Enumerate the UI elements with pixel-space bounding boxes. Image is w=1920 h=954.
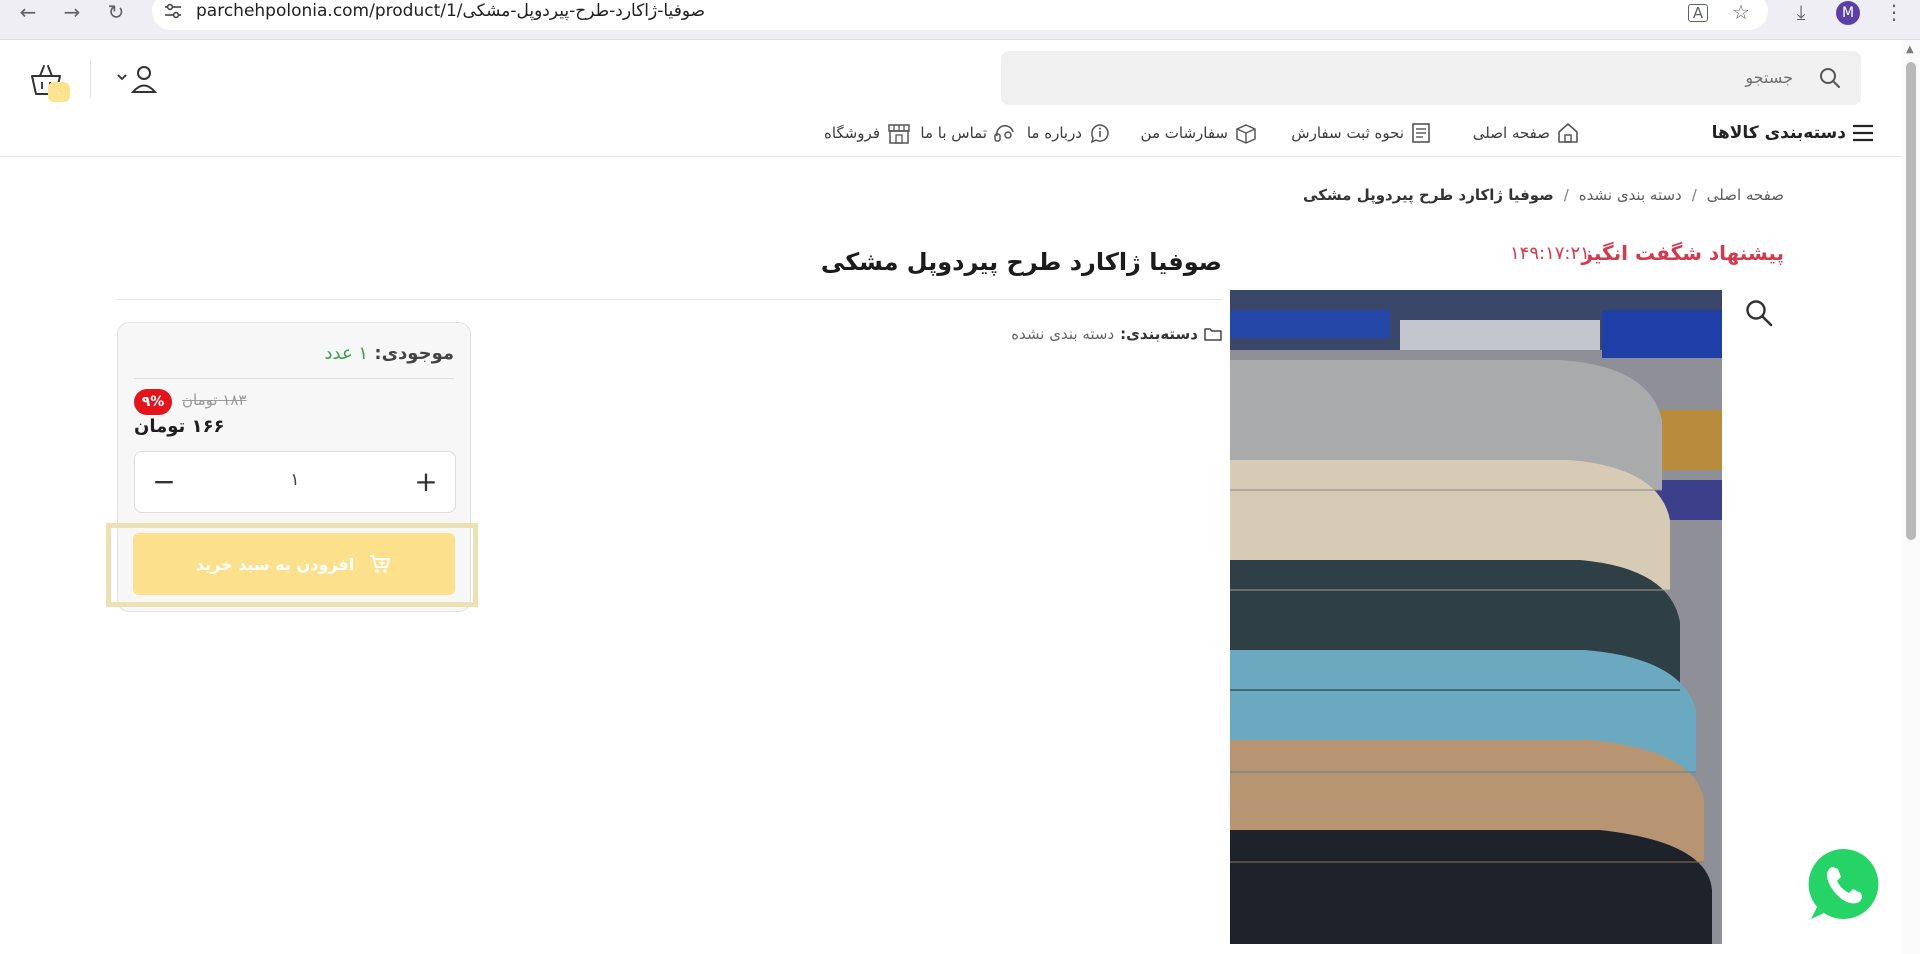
- quantity-stepper: + ۱ −: [134, 451, 456, 513]
- site-info-icon[interactable]: [163, 3, 183, 19]
- nav-item-label: نحوه ثبت سفارش: [1291, 124, 1404, 142]
- category-label: دسته‌بندی:: [1120, 325, 1198, 343]
- scrollbar-thumb[interactable]: [1906, 62, 1916, 540]
- nav-item-my-orders[interactable]: سفارشات من: [1141, 118, 1258, 148]
- nav-item-label: درباره ما: [1026, 124, 1082, 142]
- header-divider-line: [0, 156, 1902, 157]
- quantity-value[interactable]: ۱: [275, 470, 315, 490]
- breadcrumb-separator: /: [1563, 186, 1569, 204]
- breadcrumb: صفحه اصلی / دسته بندی نشده / صوفیا ژاکارد طر…: [1303, 186, 1784, 204]
- forward-icon[interactable]: →: [60, 2, 84, 26]
- product-category: دسته‌بندی: دسته بندی نشده: [1011, 325, 1222, 343]
- add-to-cart-button[interactable]: افزودن به سبد خرید: [133, 533, 455, 595]
- breadcrumb-category[interactable]: دسته بندی نشده: [1579, 186, 1682, 204]
- nav-item-contact[interactable]: تماس با ما: [920, 118, 1017, 148]
- profile-avatar[interactable]: M: [1836, 1, 1860, 25]
- menu-icon[interactable]: ⋮: [1884, 0, 1904, 24]
- cart-count-badge: ۰: [48, 82, 70, 102]
- nav-item-shop[interactable]: فروشگاه: [824, 118, 912, 148]
- stock-value: ۱ عدد: [324, 343, 369, 364]
- reload-icon[interactable]: ↻: [104, 2, 128, 26]
- stock-info: موجودی: ۱ عدد: [324, 343, 454, 364]
- breadcrumb-current: صوفیا ژاکارد طرح پیردوپل مشکی: [1303, 186, 1554, 204]
- add-to-cart-label: افزودن به سبد خرید: [195, 554, 355, 574]
- nav-item-label: تماس با ما: [920, 124, 987, 142]
- breadcrumb-separator: /: [1691, 186, 1697, 204]
- chevron-down-icon: [117, 74, 127, 81]
- translate-icon[interactable]: A: [1688, 4, 1708, 22]
- hamburger-icon: [1853, 124, 1873, 142]
- nav-item-about[interactable]: درباره ما: [1027, 118, 1112, 148]
- url-text[interactable]: parchehpolonia.com/product/1/صوفیا-ژاکار…: [196, 1, 705, 21]
- nav-categories-label: دسته‌بندی کالاها: [1711, 123, 1846, 143]
- nav-item-order-guide[interactable]: نحوه ثبت سفارش: [1291, 118, 1432, 148]
- search-placeholder: جستجو: [1745, 68, 1793, 87]
- folder-icon: [1204, 328, 1222, 341]
- nav-item-label: سفارشات من: [1140, 124, 1228, 142]
- title-divider: [117, 299, 1222, 300]
- headset-icon: [994, 124, 1014, 142]
- stock-label: موجودی:: [374, 343, 454, 364]
- buybox-divider: [134, 378, 454, 379]
- zoom-icon[interactable]: [1744, 298, 1774, 328]
- minus-icon[interactable]: −: [147, 466, 181, 500]
- info-icon: [1090, 124, 1109, 144]
- header-divider: [90, 60, 91, 98]
- nav-item-label: صفحه اصلی: [1472, 124, 1550, 142]
- category-value[interactable]: دسته بندی نشده: [1011, 325, 1114, 343]
- fabric-stack-photo: [1230, 290, 1722, 944]
- user-icon: [137, 66, 151, 80]
- box-icon: [1236, 124, 1256, 144]
- discount-badge: ۹%: [134, 389, 172, 415]
- back-icon[interactable]: ←: [16, 2, 40, 26]
- store-icon: [888, 124, 910, 144]
- cart-plus-icon: [370, 555, 391, 573]
- receipt-icon: [1412, 123, 1430, 143]
- browser-toolbar: ← → ↻ parchehpolonia.com/product/1/صوفیا…: [0, 0, 1920, 40]
- special-offer-label: پیشنهاد شگفت انگیز: [1581, 241, 1784, 265]
- product-title: صوفیا ژاکارد طرح پیردوپل مشکی: [820, 248, 1222, 276]
- download-icon[interactable]: ⤓: [1790, 2, 1812, 24]
- old-price: ۱۸۳ تومان: [182, 391, 247, 409]
- offer-countdown: ۱۴۹:۱۷:۲۱: [1510, 243, 1590, 264]
- nav-item-home[interactable]: صفحه اصلی: [1473, 118, 1580, 148]
- product-image[interactable]: [1230, 290, 1722, 944]
- search-icon: [1820, 68, 1840, 88]
- nav-item-label: فروشگاه: [824, 124, 880, 142]
- user-menu-button[interactable]: [114, 63, 162, 95]
- scroll-up-icon[interactable]: ▲: [1906, 44, 1914, 55]
- plus-icon[interactable]: +: [409, 466, 443, 500]
- current-price: ۱۶۶ تومان: [134, 416, 225, 437]
- bookmark-star-icon[interactable]: ☆: [1730, 2, 1752, 24]
- page-scrollbar[interactable]: ▲: [1902, 40, 1920, 954]
- nav-categories[interactable]: دسته‌بندی کالاها: [1712, 118, 1874, 148]
- search-input[interactable]: جستجو: [1001, 51, 1861, 105]
- breadcrumb-home[interactable]: صفحه اصلی: [1707, 186, 1784, 204]
- home-icon: [1558, 123, 1578, 143]
- whatsapp-icon[interactable]: [1805, 845, 1883, 923]
